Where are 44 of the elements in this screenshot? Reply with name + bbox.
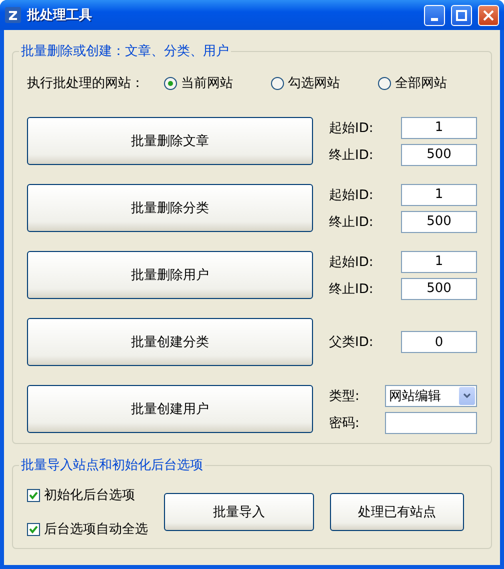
action-button[interactable]: 批量导入: [164, 493, 314, 531]
action-button[interactable]: 批量创建分类: [27, 318, 313, 366]
input-field[interactable]: 1: [401, 116, 477, 138]
maximize-icon: [456, 10, 467, 20]
input-field[interactable]: 500: [401, 278, 477, 300]
group-title: 批量删除或创建：文章、分类、用户: [20, 43, 230, 60]
input-field[interactable]: 1: [401, 184, 477, 206]
close-button[interactable]: [478, 4, 499, 26]
radio-option[interactable]: 全部网站: [378, 74, 447, 92]
radio-option[interactable]: 当前网站: [164, 74, 233, 92]
field-label: 终止ID:: [329, 214, 374, 230]
password-field[interactable]: [385, 412, 477, 434]
checkbox-option[interactable]: 初始化后台选项: [27, 486, 148, 504]
minimize-icon: [431, 18, 438, 20]
field-label: 类型:: [329, 388, 360, 404]
chevron-down-icon: [459, 386, 475, 404]
field-label: 起始ID:: [329, 254, 374, 270]
field-label: 起始ID:: [329, 186, 374, 204]
action-button[interactable]: 批量删除分类: [27, 184, 313, 232]
checkmark-icon: [29, 490, 38, 500]
field-label: 父类ID:: [329, 334, 374, 351]
input-field[interactable]: 1: [401, 250, 477, 272]
group-title: 批量导入站点和初始化后台选项: [20, 457, 204, 474]
close-icon: [483, 10, 494, 20]
maximize-button[interactable]: [451, 4, 472, 26]
input-field[interactable]: 0: [401, 331, 477, 353]
field-label: 终止ID:: [329, 146, 374, 164]
input-field[interactable]: 500: [401, 210, 477, 232]
field-label: 起始ID:: [329, 120, 374, 136]
site-label: 执行批处理的网站：: [27, 75, 144, 92]
app-logo-icon: [5, 7, 21, 23]
checkmark-icon: [29, 524, 38, 534]
minimize-button[interactable]: [424, 4, 445, 26]
action-button[interactable]: 批量删除文章: [27, 117, 313, 165]
radio-option[interactable]: 勾选网站: [271, 74, 340, 92]
field-label: 终止ID:: [329, 280, 374, 298]
action-button[interactable]: 批量删除用户: [27, 251, 313, 299]
action-button[interactable]: 批量创建用户: [27, 385, 313, 433]
action-button[interactable]: 处理已有站点: [330, 493, 464, 531]
checkbox-option[interactable]: 后台选项自动全选: [27, 520, 148, 538]
field-label: 密码:: [329, 414, 360, 432]
input-field[interactable]: 500: [401, 144, 477, 166]
type-dropdown[interactable]: 网站编辑: [385, 384, 477, 406]
window-title: 批处理工具: [27, 7, 93, 24]
